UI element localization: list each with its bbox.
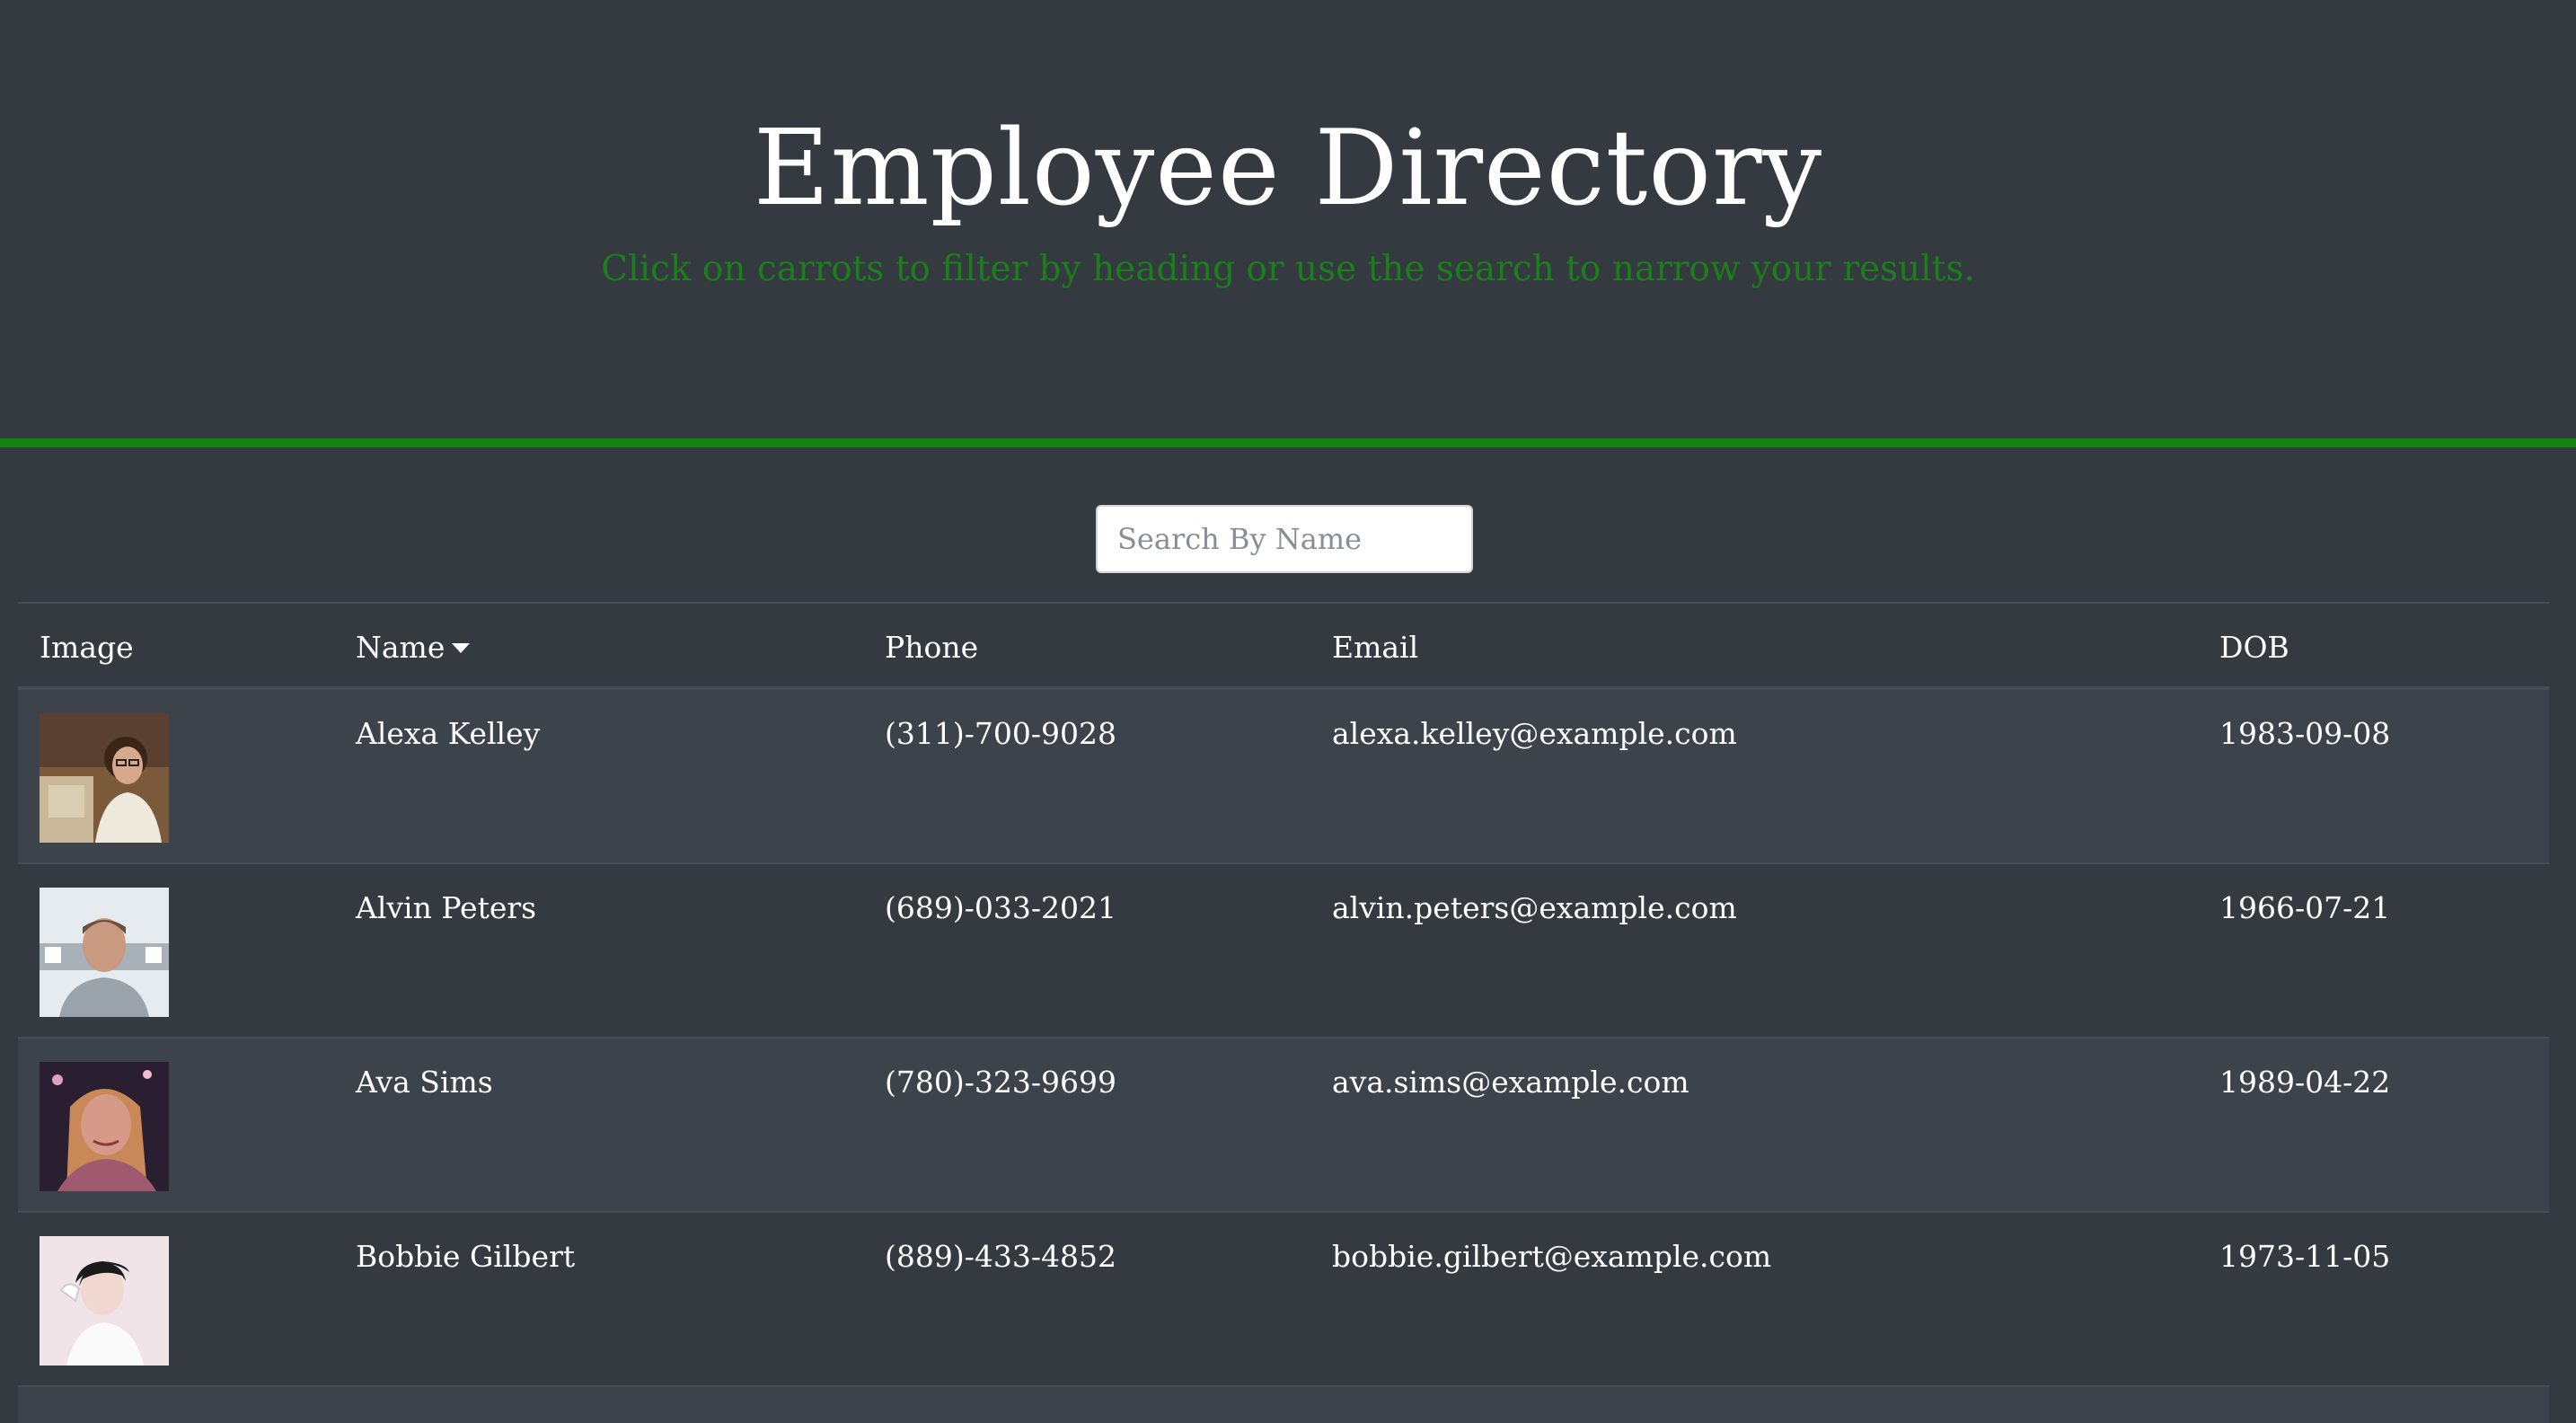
table-row: Alexa Kelley (311)-700-9028 alexa.kelley… (18, 690, 2549, 864)
employee-photo (40, 1236, 169, 1366)
employee-dob: 1983-09-08 (2219, 716, 2391, 751)
column-header-name-label: Name (356, 630, 446, 665)
employee-dob: 1989-04-22 (2219, 1065, 2391, 1100)
employee-phone: (889)-433-4852 (885, 1239, 1117, 1274)
employee-phone: (311)-700-9028 (885, 716, 1117, 751)
employee-email: alexa.kelley@example.com (1332, 716, 1737, 751)
table-row: Bobbie Gilbert (889)-433-4852 bobbie.gil… (18, 1213, 2549, 1387)
page-title: Employee Directory (753, 108, 1823, 229)
table-row-partial (18, 1387, 2549, 1423)
column-header-image: Image (40, 630, 134, 665)
employee-photo (40, 888, 169, 1017)
employee-email: alvin.peters@example.com (1332, 890, 1737, 925)
table-row: Ava Sims (780)-323-9699 ava.sims@example… (18, 1039, 2549, 1213)
employee-email: bobbie.gilbert@example.com (1332, 1239, 1772, 1274)
employee-name: Bobbie Gilbert (356, 1239, 576, 1274)
employee-dob: 1966-07-21 (2219, 890, 2391, 925)
employee-phone: (780)-323-9699 (885, 1065, 1117, 1100)
header-divider (0, 438, 2576, 447)
page-header: Employee Directory Click on carrots to f… (0, 0, 2576, 438)
column-header-name[interactable]: Name (356, 604, 471, 688)
employee-name: Ava Sims (356, 1065, 493, 1100)
employee-name: Alexa Kelley (356, 716, 541, 751)
column-header-email: Email (1332, 630, 1419, 665)
search-input[interactable] (1096, 505, 1473, 573)
employee-email: ava.sims@example.com (1332, 1065, 1689, 1100)
employee-phone: (689)-033-2021 (885, 890, 1117, 925)
column-header-dob: DOB (2219, 630, 2289, 665)
employee-name: Alvin Peters (356, 890, 537, 925)
caret-down-icon[interactable] (452, 642, 471, 653)
search-container (1096, 505, 1473, 573)
table-header: Image Name Phone Email DOB (18, 602, 2549, 690)
table-row: Alvin Peters (689)-033-2021 alvin.peters… (18, 864, 2549, 1039)
column-header-phone: Phone (885, 630, 979, 665)
page-subtitle: Click on carrots to filter by heading or… (601, 249, 1975, 289)
employee-dob: 1973-11-05 (2219, 1239, 2391, 1274)
employee-table: Image Name Phone Email DOB Alexa Kelley … (18, 602, 2549, 1423)
employee-photo (40, 713, 169, 843)
employee-photo (40, 1062, 169, 1191)
